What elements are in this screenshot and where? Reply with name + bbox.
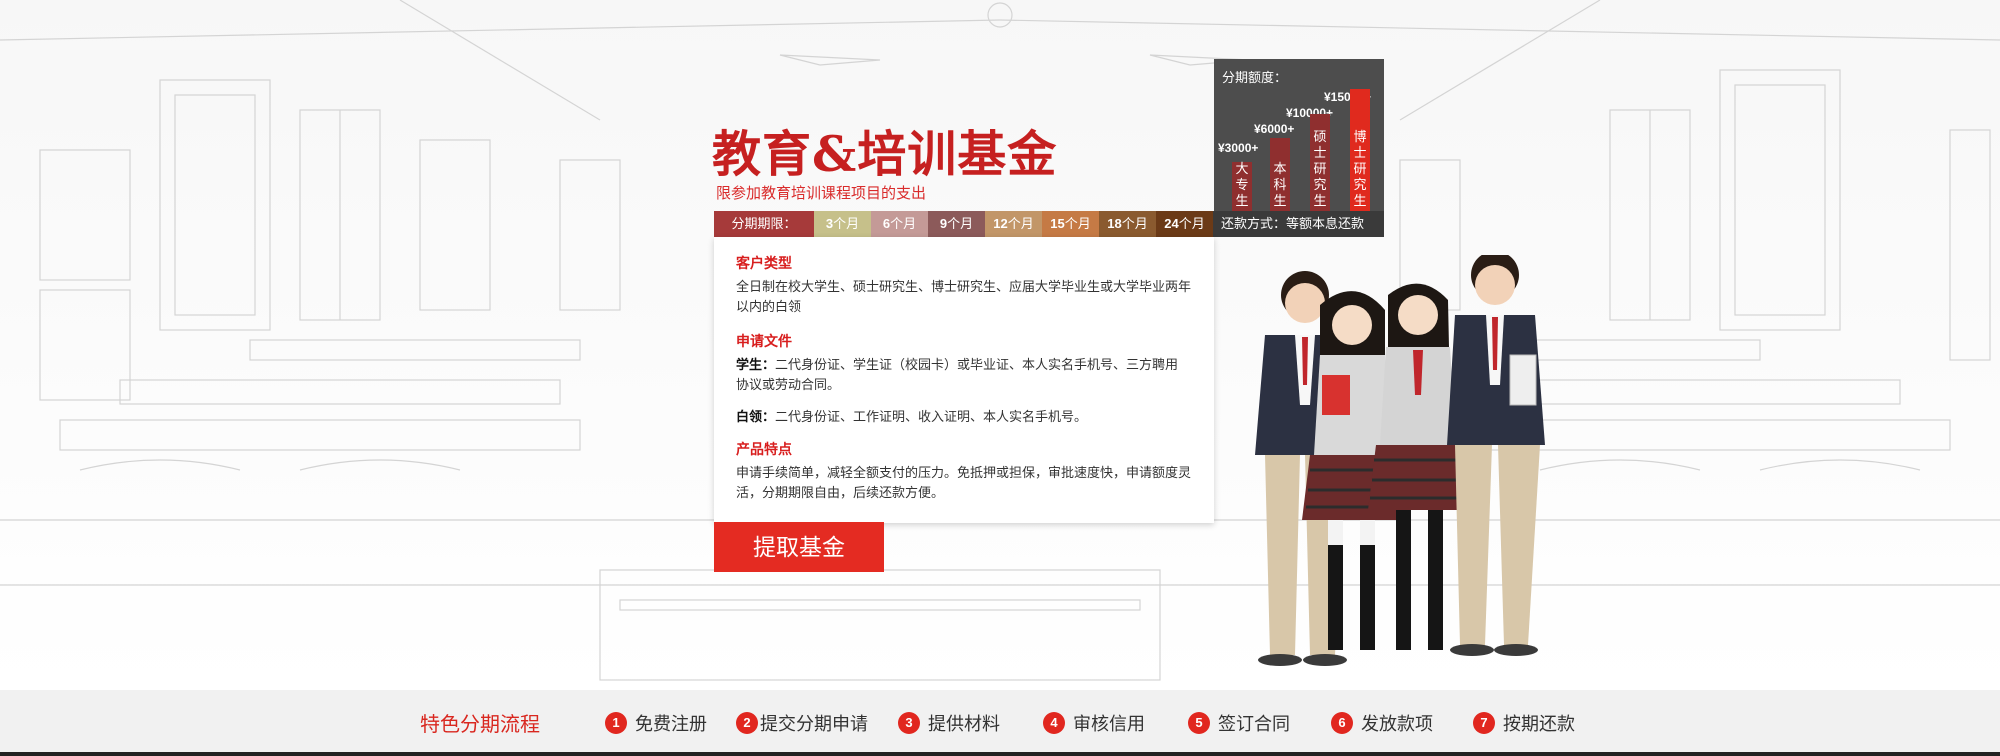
step-label: 签订合同 [1218, 714, 1290, 734]
step-number-badge: 7 [1473, 712, 1495, 734]
step-label: 提供材料 [928, 714, 1000, 734]
white-collar-documents: 白领：二代身份证、工作证明、收入证明、本人实名手机号。 [736, 407, 1191, 427]
loan-amount-panel: 分期额度： ¥3000+ ¥6000+ ¥10000+ ¥15000+ 大专生 … [1214, 59, 1384, 211]
repayment-method: 还款方式：等额本息还款 [1213, 211, 1384, 237]
process-title: 特色分期流程 [420, 714, 540, 736]
white-collar-docs-text: 二代身份证、工作证明、收入证明、本人实名手机号。 [775, 409, 1088, 424]
term-24-months: 24个月 [1156, 211, 1213, 237]
process-step-submit-application[interactable]: 2 提交分期申请 [736, 710, 868, 736]
amount-value-college: ¥3000+ [1218, 141, 1259, 155]
features-heading: 产品特点 [736, 441, 792, 457]
step-number-badge: 3 [898, 712, 920, 734]
step-number-badge: 2 [736, 712, 758, 734]
process-step-sign-contract[interactable]: 5 签订合同 [1188, 710, 1290, 736]
student-figure-4 [1447, 255, 1545, 656]
process-step-repay[interactable]: 7 按期还款 [1473, 710, 1575, 736]
students-illustration [1255, 255, 1545, 666]
amount-label-master: 硕士研究生 [1313, 129, 1327, 208]
amount-label-bachelor: 本科生 [1273, 161, 1287, 208]
features-text: 申请手续简单，减轻全额支付的压力。免抵押或担保，审批速度快，申请额度灵活，分期期… [736, 465, 1192, 500]
documents-heading: 申请文件 [736, 333, 792, 349]
step-number-badge: 4 [1043, 712, 1065, 734]
installment-process-bar: 特色分期流程 1 免费注册 2 提交分期申请 3 提供材料 4 审核信用 5 签… [0, 690, 2000, 756]
student-docs-text: 二代身份证、学生证（校园卡）或毕业证、本人实名手机号、三方聘用协议或劳动合同。 [736, 357, 1179, 392]
page-subtitle: 限参加教育培训课程项目的支出 [716, 185, 927, 202]
customer-type-heading: 客户类型 [736, 255, 792, 271]
customer-type-text: 全日制在校大学生、硕士研究生、博士研究生、应届大学毕业生或大学毕业两年以内的白领 [736, 279, 1192, 314]
process-step-credit-review[interactable]: 4 审核信用 [1043, 710, 1145, 736]
step-number-badge: 1 [605, 712, 627, 734]
term-12-months: 12个月 [985, 211, 1042, 237]
term-9-months: 9个月 [928, 211, 985, 237]
amount-label-college: 大专生 [1235, 161, 1249, 208]
process-step-provide-materials[interactable]: 3 提供材料 [898, 710, 1000, 736]
term-6-months: 6个月 [871, 211, 928, 237]
amount-value-bachelor: ¥6000+ [1254, 122, 1295, 136]
fund-info-card: 客户类型 全日制在校大学生、硕士研究生、博士研究生、应届大学毕业生或大学毕业两年… [714, 237, 1214, 523]
term-3-months: 3个月 [814, 211, 871, 237]
step-label: 发放款项 [1361, 714, 1433, 734]
step-label: 免费注册 [635, 714, 707, 734]
installment-term-bar: 分期期限： 3个月 6个月 9个月 12个月 15个月 18个月 24个月 还款… [714, 211, 1384, 237]
amount-label-doctor: 博士研究生 [1353, 129, 1367, 208]
step-label: 审核信用 [1073, 714, 1145, 734]
step-label: 提交分期申请 [760, 714, 868, 734]
step-label: 按期还款 [1503, 714, 1575, 734]
loan-amount-title: 分期额度： [1222, 70, 1288, 85]
page-title: 教育&培训基金 [712, 125, 1058, 183]
white-collar-docs-label: 白领： [736, 409, 776, 424]
process-step-disburse[interactable]: 6 发放款项 [1331, 710, 1433, 736]
term-15-months: 15个月 [1042, 211, 1099, 237]
student-documents: 学生：二代身份证、学生证（校园卡）或毕业证、本人实名手机号、三方聘用协议或劳动合… [736, 355, 1191, 395]
process-step-register[interactable]: 1 免费注册 [605, 710, 707, 736]
step-number-badge: 5 [1188, 712, 1210, 734]
student-docs-label: 学生： [736, 357, 776, 372]
banner-stage: 教育&培训基金 限参加教育培训课程项目的支出 分期额度： ¥3000+ ¥600… [0, 0, 2000, 756]
term-18-months: 18个月 [1099, 211, 1156, 237]
withdraw-fund-button[interactable]: 提取基金 [714, 522, 884, 572]
installment-term-label: 分期期限： [714, 211, 814, 237]
step-number-badge: 6 [1331, 712, 1353, 734]
